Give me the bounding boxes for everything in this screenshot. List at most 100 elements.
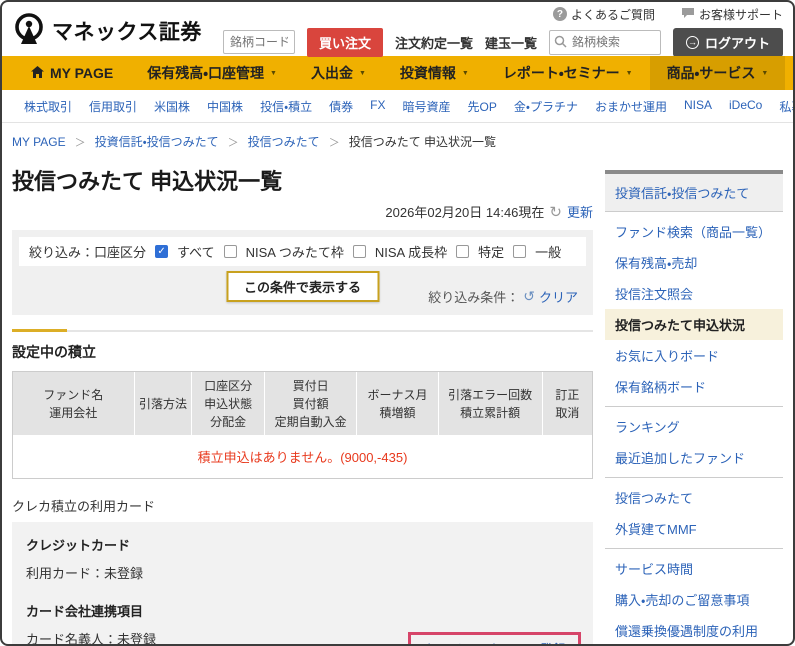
content: 投信つみたて 申込状況一覧 2026年02月20日 14:46現在 ↻ 更新 絞…	[2, 158, 793, 644]
apply-filter-button[interactable]: この条件で表示する	[225, 271, 380, 302]
logout-arrow-icon: →	[685, 35, 699, 49]
nav-item-deposit[interactable]: 入出金 ▼	[294, 56, 383, 90]
filter-row: 絞り込み：口座区分 ✓ すべて ✓ NISA つみたて枠 ✓ NISA 成長枠 …	[19, 237, 586, 266]
breadcrumb: MY PAGE ＞ 投資信託・投信つみたて ＞ 投信つみたて ＞ 投信つみたて …	[2, 123, 793, 158]
order-history-link[interactable]: 注文約定一覧	[395, 33, 473, 52]
subnav-crypto[interactable]: 暗号資産	[403, 98, 451, 115]
breadcrumb-current: 投信つみたて 申込状況一覧	[348, 135, 497, 149]
logout-button[interactable]: → ログアウト	[672, 27, 783, 57]
col-bonus-month: ボーナス月 積増額	[357, 372, 439, 435]
nav-item-products-services[interactable]: 商品・サービス ▼	[649, 56, 786, 90]
sidebar-group-info: サービス時間 購入・売却のご留意事項 償還乗換優遇制度の利用 投資信託初心者コー…	[605, 549, 783, 644]
buy-order-button[interactable]: 買い注文	[306, 27, 383, 57]
sidebar-item-recent-funds[interactable]: 最近追加したファンド	[605, 442, 783, 473]
col-debit-method: 引落方法	[135, 372, 193, 435]
sidebar-item-mmf[interactable]: 外貨建てMMF	[605, 513, 783, 544]
card-section-label: クレカ積立の利用カード	[12, 499, 156, 514]
sidebar-item-fund-search[interactable]: ファンド検索（商品一覧）	[605, 216, 783, 247]
open-positions-link[interactable]: 建玉一覧	[485, 33, 537, 52]
sidebar-item-notes[interactable]: 購入・売却のご留意事項	[605, 584, 783, 615]
sidebar-title[interactable]: 投資信託・投信つみたて	[605, 174, 783, 212]
subnav-fx[interactable]: FX	[370, 98, 385, 115]
sidebar-item-holdings-board[interactable]: 保有銘柄ボード	[605, 371, 783, 402]
checkbox-ippan[interactable]: ✓	[513, 245, 527, 258]
question-icon: ?	[552, 7, 567, 21]
faq-link[interactable]: ? よくあるご質問	[552, 6, 655, 23]
checkbox-nisa-tsumitate-label: NISA つみたて枠	[245, 245, 344, 260]
date-row: 2026年02月20日 14:46現在 ↻ 更新	[12, 202, 593, 221]
checkbox-nisa-growth[interactable]: ✓	[352, 245, 366, 258]
chevron-down-icon: ▼	[358, 69, 366, 77]
sidebar-group-main: ファンド検索（商品一覧） 保有残高・売却 投信注文照会 投信つみたて申込状況 お…	[605, 212, 783, 407]
chevron-down-icon: ▼	[625, 69, 633, 77]
nav-label: レポート・セミナー	[502, 65, 620, 81]
register-highlight-box: クレジットカードの登録	[407, 632, 581, 644]
subnav-managed[interactable]: おまかせ運用	[595, 98, 667, 115]
col-error-count: 引落エラー回数 積立累計額	[439, 372, 543, 435]
breadcrumb-separator: ＞	[74, 136, 86, 149]
faq-label: よくあるご質問	[570, 7, 655, 22]
nav-label: MY PAGE	[50, 65, 114, 81]
main-nav: MY PAGE 保有残高・口座管理 ▼ 入出金 ▼ 投資情報 ▼ レポート・セミ…	[2, 56, 793, 90]
nav-label: 商品・サービス	[666, 65, 756, 81]
check-icon: ✓	[157, 246, 166, 257]
support-link[interactable]: お客様サポート	[681, 6, 783, 23]
subnav-china-stocks[interactable]: 中国株	[207, 98, 243, 115]
subnav-stocks[interactable]: 株式取引	[24, 98, 72, 115]
sidebar-item-favorites-board[interactable]: お気に入りボード	[605, 340, 783, 371]
product-sub-nav: 株式取引 信用取引 米国株 中国株 投信・積立 債券 FX 暗号資産 先OP 金…	[2, 90, 793, 123]
sidebar-item-holdings-sell[interactable]: 保有残高・売却	[605, 247, 783, 278]
sidebar-item-redemption-program[interactable]: 償還乗換優遇制度の利用	[605, 615, 783, 644]
subnav-bonds[interactable]: 債券	[329, 98, 353, 115]
section-divider	[12, 329, 593, 332]
page-title: 投信つみたて 申込状況一覧	[12, 169, 283, 194]
breadcrumb-funds[interactable]: 投資信託・投信つみたて	[95, 133, 219, 150]
filter-box: 絞り込み：口座区分 ✓ すべて ✓ NISA つみたて枠 ✓ NISA 成長枠 …	[12, 230, 593, 315]
checkbox-ippan-label: 一般	[535, 245, 562, 260]
sidebar-item-ranking[interactable]: ランキング	[605, 411, 783, 442]
col-fund-name: ファンド名 運用会社	[13, 372, 135, 435]
chevron-down-icon: ▼	[270, 69, 277, 77]
checkbox-all[interactable]: ✓	[155, 245, 169, 258]
header-right: ? よくあるご質問 お客様サポート 買い注文 注文約定一覧 建玉一覧	[222, 6, 783, 57]
subnav-ideco[interactable]: iDeCo	[729, 98, 762, 115]
breadcrumb-tsumitate[interactable]: 投信つみたて	[248, 133, 320, 150]
reserve-section-heading: 設定中の積立	[12, 344, 96, 360]
nav-item-market-info[interactable]: 投資情報 ▼	[383, 56, 486, 90]
subnav-funds[interactable]: 投信・積立	[260, 98, 312, 115]
nav-label: 入出金	[310, 65, 353, 81]
chevron-down-icon: ▼	[761, 69, 769, 77]
filter-label: 絞り込み：口座区分	[29, 245, 147, 260]
reserve-table-header: ファンド名 運用会社 引落方法 口座区分 申込状態 分配金 買付日 買付額 定期…	[13, 372, 592, 435]
subnav-margin[interactable]: 信用取引	[89, 98, 137, 115]
sidebar-group-ranking: ランキング 最近追加したファンド	[605, 407, 783, 478]
action-row: 買い注文 注文約定一覧 建玉一覧 → ログアウト	[222, 27, 783, 57]
credit-card-heading: クレジットカード	[26, 538, 131, 553]
sidebar-item-service-hours[interactable]: サービス時間	[605, 553, 783, 584]
clear-filter-link[interactable]: クリア	[539, 287, 578, 306]
subnav-private-fund[interactable]: 私募ファンド	[779, 98, 793, 115]
sidebar-group-products: 投信つみたて 外貨建てMMF	[605, 478, 783, 549]
chat-bubble-icon	[681, 7, 695, 22]
sidebar-item-tsumitate-status[interactable]: 投信つみたて申込状況	[605, 309, 783, 340]
subnav-nisa[interactable]: NISA	[684, 98, 712, 115]
nav-item-mypage[interactable]: MY PAGE	[14, 56, 130, 90]
checkbox-tokutei[interactable]: ✓	[456, 245, 470, 258]
subnav-us-stocks[interactable]: 米国株	[154, 98, 190, 115]
support-label: お客様サポート	[698, 7, 783, 22]
register-card-link[interactable]: クレジットカードの登録	[423, 642, 566, 644]
subnav-futures[interactable]: 先OP	[468, 98, 497, 115]
empty-table-message: 積立申込はありません。(9000,-435)	[13, 435, 592, 478]
checkbox-nisa-tsumitate[interactable]: ✓	[223, 245, 237, 258]
condition-row: 絞り込み条件： ↺ クリア	[428, 287, 578, 306]
subnav-gold[interactable]: 金・プラチナ	[514, 98, 578, 115]
sidebar-item-order-inquiry[interactable]: 投信注文照会	[605, 278, 783, 309]
nav-item-holdings[interactable]: 保有残高・口座管理 ▼	[130, 56, 294, 90]
symbol-code-input[interactable]	[222, 30, 295, 54]
breadcrumb-mypage[interactable]: MY PAGE	[12, 135, 66, 149]
monex-logo[interactable]: マネックス証券	[10, 10, 202, 53]
col-account-type: 口座区分 申込状態 分配金	[192, 372, 265, 435]
refresh-link[interactable]: 更新	[567, 202, 593, 221]
sidebar-item-tsumitate[interactable]: 投信つみたて	[605, 482, 783, 513]
nav-item-report-seminar[interactable]: レポート・セミナー ▼	[486, 56, 650, 90]
